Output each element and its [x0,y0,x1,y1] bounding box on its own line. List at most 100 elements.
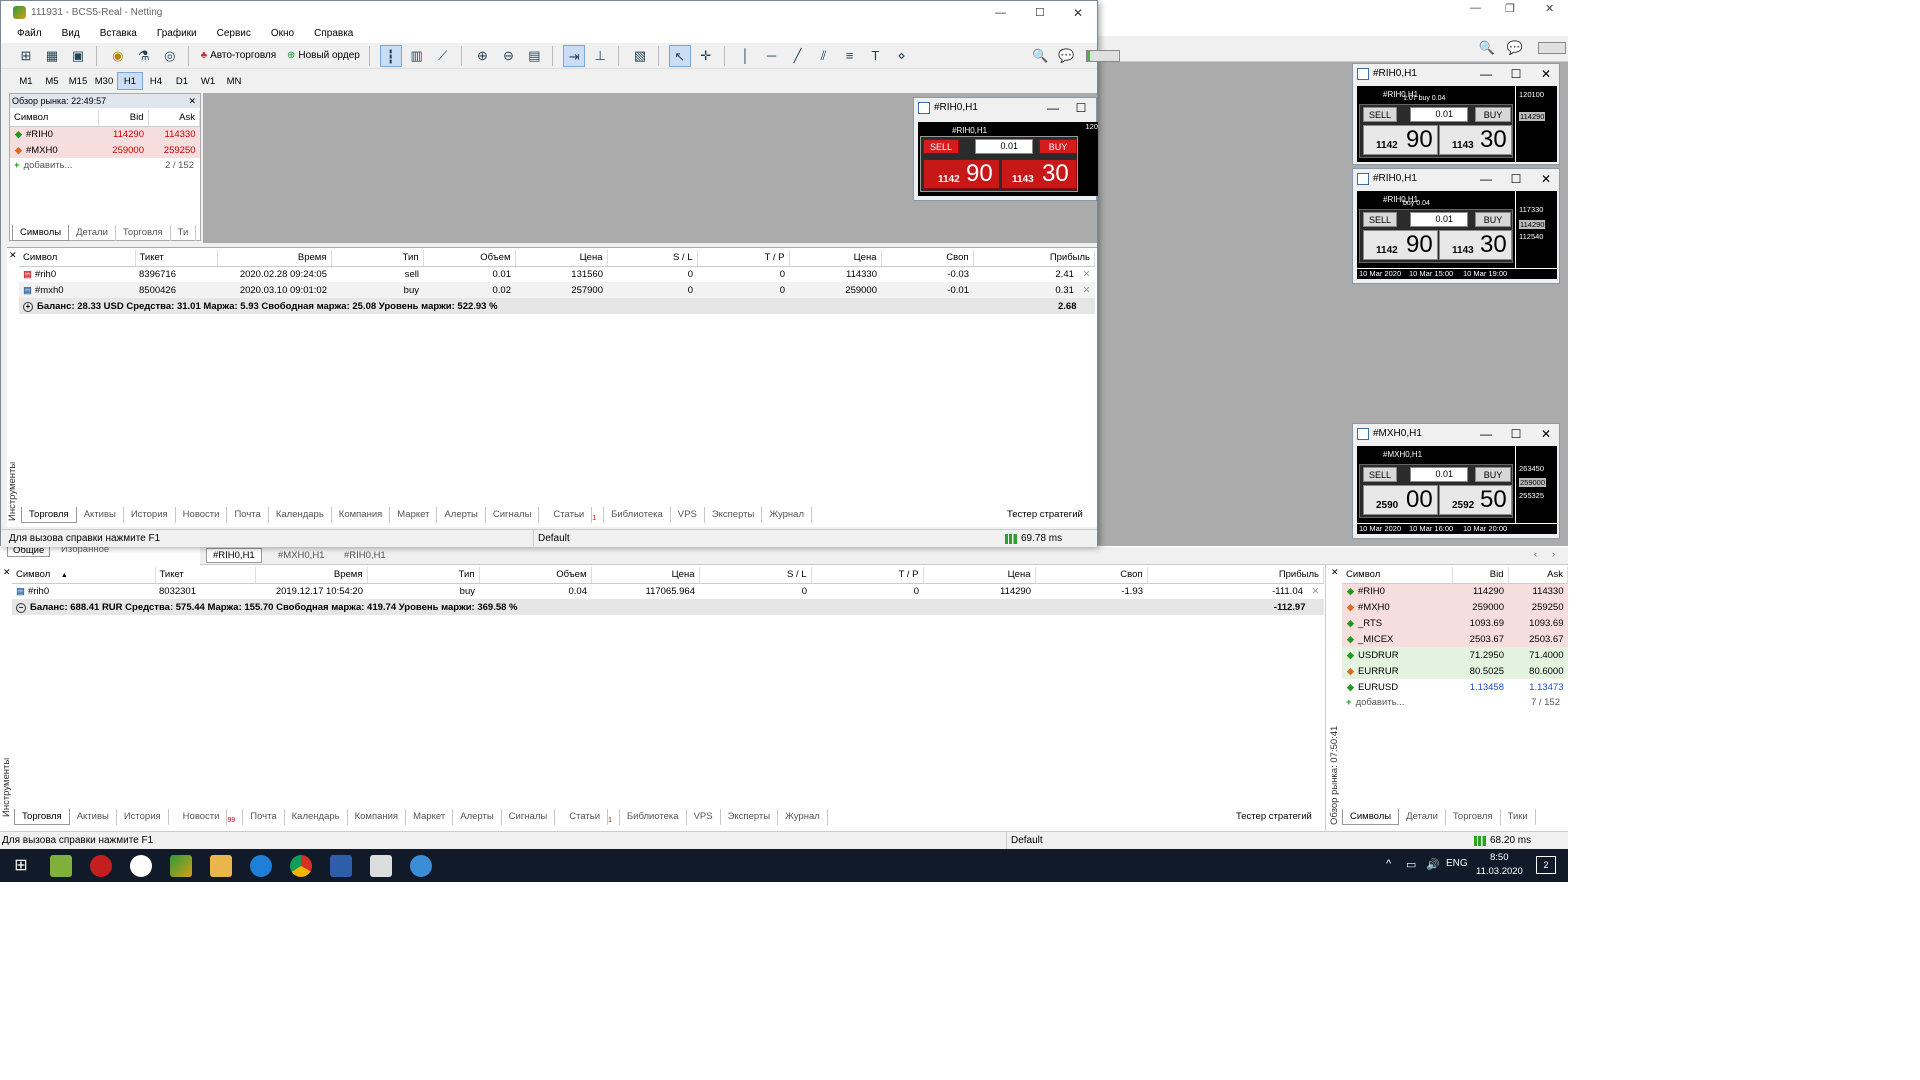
strategy-tester-icon[interactable]: ⚗ [133,45,155,67]
volume-icon[interactable]: 🔊 [1426,858,1440,871]
tab-symbols[interactable]: Символы [1342,809,1400,825]
metatrader-icon[interactable] [170,855,192,877]
col-symbol[interactable]: Символ [1342,567,1453,584]
app-icon-1[interactable] [50,855,72,877]
expand-icon[interactable]: + [23,301,33,312]
tab-market[interactable]: Маркет [406,809,454,825]
auto-trading-button[interactable]: ♣ Авто-торговля [197,45,281,67]
trendline-icon[interactable]: ╱ [787,45,809,67]
tab-trading[interactable]: Торговля [116,225,171,241]
strategy-tester-tab[interactable]: Тестер стратегий [1236,811,1312,822]
chat-icon[interactable]: 💬 [1055,45,1077,67]
tab-trade[interactable]: Торговля [14,809,70,825]
table-row[interactable]: ◆ #RIH0 114290 114330 [1342,583,1568,599]
chart-tab[interactable]: #RIH0,H1 [338,549,392,562]
col-swap[interactable]: Своп [881,250,974,267]
col-tp[interactable]: T / P [697,250,790,267]
chart-window-rih0[interactable]: #RIH0,H1 — ☐ #RIH0,H1 SELL 0.01 BUY 1142 9… [913,97,1098,201]
zoom-in-icon[interactable]: ⊕ [471,45,493,67]
market-watch-close-icon[interactable]: ✕ [1331,567,1339,578]
table-row[interactable]: ◆ EURRUR 80.5025 80.6000 [1342,663,1568,679]
chart-tab[interactable]: #MXH0,H1 [272,549,330,562]
file-explorer-icon[interactable] [210,855,232,877]
close-button[interactable]: ✕ [1531,64,1561,84]
tab-symbols[interactable]: Символы [12,225,70,241]
col-type[interactable]: Тип [367,567,480,584]
col-ticket[interactable]: Тикет [155,567,256,584]
col-time[interactable]: Время [255,567,368,584]
tab-market[interactable]: Маркет [390,507,438,523]
tab-experts[interactable]: Эксперты [721,809,779,825]
clock-date[interactable]: 11.03.2020 [1476,866,1523,877]
candlestick-icon[interactable]: ▥ [406,45,428,67]
lot-input[interactable]: 0.01 [1410,467,1468,482]
app-icon-2[interactable] [90,855,112,877]
clock-time[interactable]: 8:50 [1490,852,1509,863]
tab-vps[interactable]: VPS [671,507,705,523]
coins-icon[interactable]: ◉ [107,45,129,67]
tf-m30[interactable]: M30 [91,73,117,91]
app-icon-c[interactable] [410,855,432,877]
col-profit[interactable]: Прибыль [973,250,1095,267]
channel-icon[interactable]: ⫽ [813,45,835,67]
tabs-scroll-left-icon[interactable]: ‹ [1534,549,1537,560]
tab-calendar[interactable]: Календарь [269,507,332,523]
chart-shift-icon[interactable]: ⊥ [589,45,611,67]
tab-signals[interactable]: Сигналы [502,809,556,825]
col-symbol[interactable]: Символ [19,250,136,267]
mini1-chart[interactable]: #RIH0,H1 1.07 buy 0.04 SELL 0.01 BUY 114… [1357,86,1557,162]
tab-trade[interactable]: Торговля [21,507,77,523]
add-symbol[interactable]: + добавить... 2 / 152 [10,158,200,174]
close-icon[interactable]: ✕ [188,94,196,108]
bottom-toolbox-close-icon[interactable]: ✕ [3,567,11,578]
mini3-chart[interactable]: #MXH0,H1 SELL 0.01 BUY 2590 00 2592 50 263… [1357,446,1557,534]
signals-icon[interactable]: ◎ [159,45,181,67]
menu-insert[interactable]: Вставка [100,25,137,43]
buy-price-box[interactable]: 1143 30 [1439,125,1512,155]
buy-price-box[interactable]: 2592 50 [1439,485,1512,515]
chat-icon[interactable]: 💬 [1504,37,1526,59]
tab-calendar[interactable]: Календарь [285,809,348,825]
bg-restore-button[interactable]: ❐ [1505,2,1515,15]
col-ticket[interactable]: Тикет [135,250,218,267]
lot-input[interactable]: 0.01 [975,139,1033,154]
col-price[interactable]: Цена [515,250,608,267]
tab-library[interactable]: Библиотека [604,507,671,523]
tab-journal[interactable]: Журнал [762,507,812,523]
table-row[interactable]: ◆ #MXH0 259000 259250 [1342,599,1568,615]
tab-signals[interactable]: Сигналы [486,507,540,523]
windows-start-icon[interactable]: ⊞ [10,855,32,877]
auto-scroll-icon[interactable]: ⇥ [563,45,586,67]
menu-help[interactable]: Справка [314,25,353,43]
maximize-button[interactable]: ☐ [1501,424,1531,444]
market-watch-icon[interactable]: ▣ [67,45,89,67]
buy-button[interactable]: BUY [1039,139,1077,154]
col-volume[interactable]: Объем [479,567,592,584]
tf-m15[interactable]: M15 [65,73,91,91]
chrome-icon[interactable] [290,855,312,877]
col-time[interactable]: Время [217,250,332,267]
sell-price-box[interactable]: 2590 00 [1363,485,1438,515]
zoom-out-icon[interactable]: ⊖ [497,45,519,67]
col-current-price[interactable]: Цена [789,250,882,267]
tabs-scroll-right-icon[interactable]: › [1552,549,1555,560]
tile-windows-icon[interactable]: ▤ [523,45,545,67]
close-position-icon[interactable]: ✕ [1312,586,1320,597]
search-icon[interactable]: 🔍 [1029,45,1051,67]
horizontal-line-icon[interactable]: ─ [761,45,783,67]
tab-journal[interactable]: Журнал [778,809,828,825]
line-chart-icon[interactable]: ⟋ [432,45,454,67]
tab-details[interactable]: Детали [1399,809,1446,825]
table-row[interactable]: ◆ _RTS 1093.69 1093.69 [1342,615,1568,631]
tab-news[interactable]: Новости [176,507,228,523]
mini2-chart[interactable]: #RIH0,H1 buy 0.04 SELL 0.01 BUY 1142 90 1… [1357,191,1557,279]
sell-button[interactable]: SELL [1363,107,1397,122]
table-row[interactable]: ▤ #rih0 8396716 2020.02.28 09:24:05 sell … [19,266,1095,282]
minimize-button[interactable]: — [1038,98,1068,118]
lot-input[interactable]: 0.01 [1410,212,1468,227]
tf-h4[interactable]: H4 [143,73,169,91]
col-ask[interactable]: Ask [148,110,200,127]
tab-ticks[interactable]: Ти [171,225,197,241]
fibonacci-icon[interactable]: ≡ [839,45,861,67]
tf-m5[interactable]: M5 [39,73,65,91]
